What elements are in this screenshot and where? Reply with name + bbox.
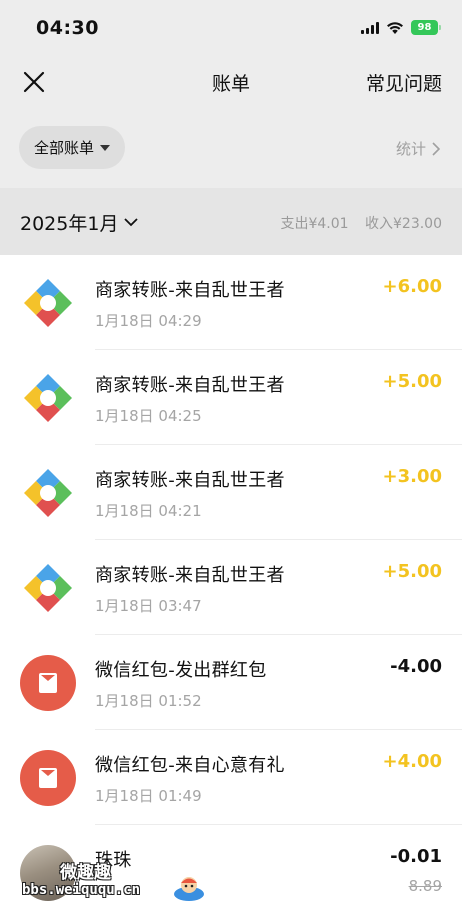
battery-icon: 98	[411, 20, 441, 35]
transaction-amount: +6.00	[382, 276, 443, 297]
transaction-amount: +4.00	[382, 751, 443, 772]
watermark-url: bbs.weiququ.cn	[22, 882, 141, 898]
watermark-title: 微趣趣	[60, 863, 111, 883]
transaction-amount: +3.00	[382, 466, 443, 487]
transaction-time: 1月18日 04:29	[95, 312, 202, 330]
bill-filter-dropdown[interactable]: 全部账单	[19, 126, 125, 169]
transaction-title: 商家转账-来自乱世王者	[95, 565, 285, 586]
mascot-icon	[174, 877, 204, 901]
stats-link[interactable]: 统计	[396, 138, 440, 159]
watermark: 微趣趣 bbs.weiququ.cn	[22, 856, 222, 906]
transaction-row[interactable]: 商家转账-来自乱世王者 1月18日 04:21 +3.00	[0, 445, 462, 540]
battery-level: 98	[417, 22, 432, 33]
merchant-logo-icon	[24, 564, 72, 612]
chevron-right-icon	[432, 141, 440, 156]
red-packet-icon	[20, 655, 76, 711]
month-selector[interactable]: 2025年1月	[20, 209, 139, 236]
month-expense: 支出¥4.01	[280, 216, 349, 232]
transaction-title: 微信红包-发出群红包	[95, 660, 267, 681]
stats-label: 统计	[395, 140, 426, 158]
month-header: 2025年1月 支出¥4.01 收入¥23.00	[0, 188, 462, 255]
status-icons: 98	[361, 20, 441, 35]
transaction-row[interactable]: 微信红包-来自心意有礼 1月18日 01:49 +4.00	[0, 730, 462, 825]
wifi-icon	[387, 21, 403, 34]
merchant-logo-icon	[24, 374, 72, 422]
transaction-title: 商家转账-来自乱世王者	[95, 470, 285, 491]
transaction-time: 1月18日 01:49	[95, 787, 202, 805]
transaction-amount: -4.00	[390, 656, 442, 677]
transaction-time: 1月18日 04:25	[95, 407, 202, 425]
status-bar: 04:30 98	[0, 0, 462, 56]
transaction-title: 微信红包-来自心意有礼	[95, 755, 285, 776]
transaction-amount: +5.00	[382, 561, 443, 582]
caret-down-icon	[100, 144, 110, 151]
transaction-row[interactable]: 微信红包-发出群红包 1月18日 01:52 -4.00	[0, 635, 462, 730]
transaction-time: 1月18日 04:21	[95, 502, 202, 520]
merchant-logo-icon	[24, 469, 72, 517]
filter-row: 全部账单 统计	[0, 118, 462, 178]
transaction-original-amount: 8.89	[408, 877, 442, 895]
transaction-row[interactable]: 商家转账-来自乱世王者 1月18日 04:29 +6.00	[0, 255, 462, 350]
chevron-down-icon	[124, 218, 139, 227]
transaction-title: 商家转账-来自乱世王者	[95, 375, 285, 396]
faq-link[interactable]: 常见问题	[366, 69, 442, 96]
nav-bar: 账单 常见问题	[0, 56, 462, 108]
transaction-row[interactable]: 商家转账-来自乱世王者 1月18日 04:25 +5.00	[0, 350, 462, 445]
transaction-time: 1月18日 03:47	[95, 597, 202, 615]
month-label: 2025年1月	[20, 213, 119, 235]
red-packet-icon	[20, 750, 76, 806]
transaction-amount: -0.01	[390, 846, 442, 867]
month-summary: 支出¥4.01 收入¥23.00	[280, 213, 442, 233]
merchant-logo-icon	[24, 279, 72, 327]
transaction-amount: +5.00	[382, 371, 443, 392]
filter-label: 全部账单	[33, 139, 94, 157]
month-income: 收入¥23.00	[365, 216, 442, 232]
transaction-title: 商家转账-来自乱世王者	[95, 280, 285, 301]
signal-icon	[361, 21, 379, 34]
transaction-row[interactable]: 商家转账-来自乱世王者 1月18日 03:47 +5.00	[0, 540, 462, 635]
transaction-list: 商家转账-来自乱世王者 1月18日 04:29 +6.00 商家转账-来自乱世王…	[0, 255, 462, 920]
status-time: 04:30	[36, 17, 99, 39]
transaction-time: 1月18日 01:52	[95, 692, 202, 710]
